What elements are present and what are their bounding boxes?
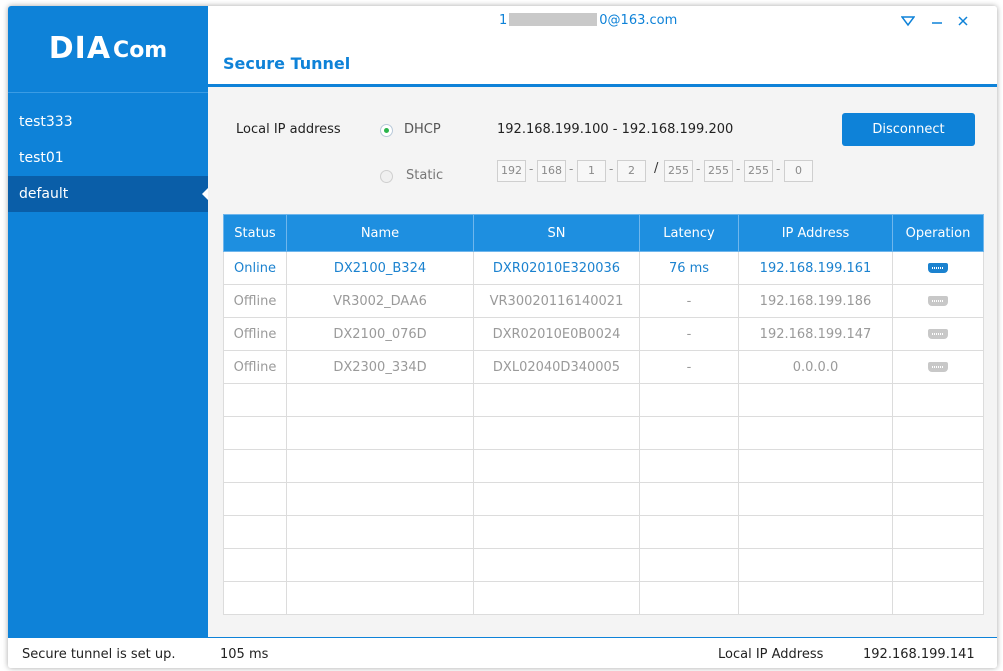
sidebar-item-test333[interactable]: test333 bbox=[8, 104, 208, 140]
connect-device-icon[interactable] bbox=[928, 296, 948, 306]
table-row[interactable]: Offline DX2300_334D DXL02040D340005 - 0.… bbox=[223, 350, 984, 384]
empty-row bbox=[223, 383, 984, 417]
triangle-down-icon bbox=[900, 16, 916, 27]
sidebar-item-label: test01 bbox=[19, 150, 64, 166]
cell-status: Offline bbox=[223, 350, 287, 384]
status-local-ip: 192.168.199.141 bbox=[863, 647, 975, 662]
cell-status: Online bbox=[223, 251, 287, 285]
close-button[interactable] bbox=[956, 12, 970, 31]
cell-name: DX2100_076D bbox=[286, 317, 474, 351]
ip-separator: - bbox=[569, 162, 574, 176]
app-root: DIA Com test333 test01 default Secure Tu… bbox=[0, 0, 1003, 671]
empty-row bbox=[223, 548, 984, 582]
column-header-name[interactable]: Name bbox=[286, 214, 474, 252]
mask-separator: - bbox=[776, 162, 781, 176]
column-header-latency[interactable]: Latency bbox=[639, 214, 739, 252]
sidebar: DIA Com test333 test01 default bbox=[8, 6, 209, 637]
cell-operation bbox=[892, 317, 984, 351]
ip-octet-1[interactable]: 192 bbox=[497, 160, 526, 182]
cell-operation bbox=[892, 284, 984, 318]
device-table: Status Name SN Latency IP Address Operat… bbox=[223, 214, 984, 615]
local-ip-label: Local IP address bbox=[236, 122, 341, 137]
cell-latency: - bbox=[639, 317, 739, 351]
column-header-sn[interactable]: SN bbox=[473, 214, 640, 252]
cell-name: DX2100_B324 bbox=[286, 251, 474, 285]
mask-octet-2[interactable]: 255 bbox=[704, 160, 733, 182]
mask-octet-4[interactable]: 0 bbox=[784, 160, 813, 182]
cell-ip: 192.168.199.186 bbox=[738, 284, 893, 318]
cell-latency: 76 ms bbox=[639, 251, 739, 285]
empty-row bbox=[223, 416, 984, 450]
main-window: DIA Com test333 test01 default Secure Tu… bbox=[8, 6, 997, 668]
sidebar-divider bbox=[8, 92, 208, 93]
table-row[interactable]: Online DX2100_B324 DXR02010E320036 76 ms… bbox=[223, 251, 984, 285]
cell-sn: DXL02040D340005 bbox=[473, 350, 640, 384]
column-header-ip[interactable]: IP Address bbox=[738, 214, 893, 252]
mask-separator: - bbox=[696, 162, 701, 176]
cell-ip: 0.0.0.0 bbox=[738, 350, 893, 384]
ip-octet-2[interactable]: 168 bbox=[537, 160, 566, 182]
page-title: Secure Tunnel bbox=[223, 54, 351, 73]
empty-row bbox=[223, 515, 984, 549]
cell-ip: 192.168.199.147 bbox=[738, 317, 893, 351]
status-local-ip-label: Local IP Address bbox=[718, 647, 824, 662]
cell-latency: - bbox=[639, 284, 739, 318]
cell-operation bbox=[892, 251, 984, 285]
table-row[interactable]: Offline VR3002_DAA6 VR30020116140021 - 1… bbox=[223, 284, 984, 318]
cell-operation bbox=[892, 350, 984, 384]
status-latency: 105 ms bbox=[220, 647, 269, 662]
static-label: Static bbox=[406, 168, 444, 183]
dhcp-label: DHCP bbox=[404, 122, 441, 137]
account-email-prefix: 1 bbox=[499, 13, 508, 28]
dhcp-radio[interactable] bbox=[380, 124, 393, 137]
connect-device-icon[interactable] bbox=[928, 329, 948, 339]
sidebar-item-label: default bbox=[19, 186, 69, 202]
cell-status: Offline bbox=[223, 317, 287, 351]
mask-separator: - bbox=[736, 162, 741, 176]
sidebar-item-test01[interactable]: test01 bbox=[8, 140, 208, 176]
menu-dropdown-button[interactable] bbox=[900, 12, 916, 31]
account-email-suffix: 0@163.com bbox=[599, 13, 678, 28]
ip-separator: - bbox=[609, 162, 614, 176]
ip-separator: - bbox=[529, 162, 534, 176]
empty-row bbox=[223, 581, 984, 615]
status-bar: Secure tunnel is set up. 105 ms Local IP… bbox=[8, 637, 997, 668]
status-message: Secure tunnel is set up. bbox=[22, 647, 176, 662]
cell-sn: VR30020116140021 bbox=[473, 284, 640, 318]
ip-octet-3[interactable]: 1 bbox=[577, 160, 606, 182]
ip-octet-4[interactable]: 2 bbox=[617, 160, 646, 182]
cell-status: Offline bbox=[223, 284, 287, 318]
cell-name: VR3002_DAA6 bbox=[286, 284, 474, 318]
empty-row bbox=[223, 449, 984, 483]
mask-octet-1[interactable]: 255 bbox=[664, 160, 693, 182]
column-header-operation[interactable]: Operation bbox=[892, 214, 984, 252]
table-header-row: Status Name SN Latency IP Address Operat… bbox=[223, 214, 984, 252]
disconnect-button[interactable]: Disconnect bbox=[842, 113, 975, 146]
table-row[interactable]: Offline DX2100_076D DXR02010E0B0024 - 19… bbox=[223, 317, 984, 351]
logo-sub-text: Com bbox=[113, 38, 168, 63]
app-logo: DIA Com bbox=[8, 6, 208, 91]
cell-latency: - bbox=[639, 350, 739, 384]
cell-name: DX2300_334D bbox=[286, 350, 474, 384]
logo-main-text: DIA bbox=[48, 31, 112, 66]
sidebar-item-label: test333 bbox=[19, 114, 73, 130]
cell-sn: DXR02010E320036 bbox=[473, 251, 640, 285]
close-icon bbox=[958, 16, 968, 26]
minimize-icon bbox=[932, 22, 942, 24]
account-email[interactable]: 1 0@163.com bbox=[499, 13, 677, 28]
empty-row bbox=[223, 482, 984, 516]
radio-selected-dot bbox=[384, 128, 389, 133]
static-radio[interactable] bbox=[380, 170, 393, 183]
dhcp-range: 192.168.199.100 - 192.168.199.200 bbox=[497, 122, 734, 137]
redacted-mask bbox=[509, 13, 598, 26]
minimize-button[interactable] bbox=[930, 12, 944, 31]
connect-device-icon[interactable] bbox=[928, 362, 948, 372]
connect-device-icon[interactable] bbox=[928, 263, 948, 273]
cell-ip: 192.168.199.161 bbox=[738, 251, 893, 285]
column-header-status[interactable]: Status bbox=[223, 214, 287, 252]
cell-sn: DXR02010E0B0024 bbox=[473, 317, 640, 351]
mask-slash: / bbox=[654, 161, 659, 176]
mask-octet-3[interactable]: 255 bbox=[744, 160, 773, 182]
sidebar-item-default[interactable]: default bbox=[8, 176, 209, 212]
